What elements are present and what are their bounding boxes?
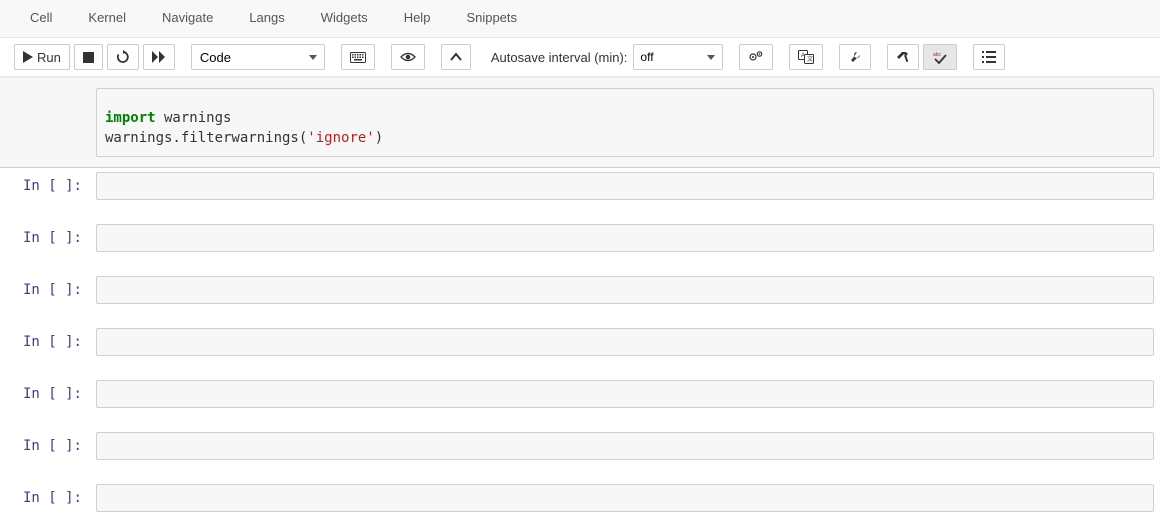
scroll-top-button[interactable] bbox=[441, 44, 471, 70]
cell-prompt: In [ ]: bbox=[6, 172, 88, 200]
keyboard-icon bbox=[350, 52, 366, 63]
hide-header-button[interactable] bbox=[391, 44, 425, 70]
code-input[interactable] bbox=[96, 328, 1154, 356]
code-cell[interactable]: In [ ]: bbox=[0, 324, 1160, 360]
run-label: Run bbox=[37, 50, 61, 65]
menu-navigate[interactable]: Navigate bbox=[144, 4, 231, 31]
code-cell[interactable]: In [ ]: bbox=[0, 168, 1160, 204]
autosave-label: Autosave interval (min): bbox=[491, 50, 628, 65]
hammer-icon bbox=[896, 50, 910, 64]
code-prettify-button[interactable] bbox=[839, 44, 871, 70]
code-cell[interactable]: In [ ]: bbox=[0, 480, 1160, 516]
cell-type-select-wrap: Code bbox=[191, 44, 325, 70]
code-input[interactable] bbox=[96, 172, 1154, 200]
interrupt-button[interactable] bbox=[74, 44, 103, 70]
translate-icon: A文 bbox=[798, 50, 814, 64]
cell-prompt: In [ ]: bbox=[6, 380, 88, 408]
play-icon bbox=[23, 51, 33, 63]
run-button[interactable]: Run bbox=[14, 44, 70, 70]
toc-button[interactable] bbox=[973, 44, 1005, 70]
menu-langs[interactable]: Langs bbox=[231, 4, 302, 31]
autosave-select[interactable]: off bbox=[633, 44, 723, 70]
autosave-select-wrap: off bbox=[633, 44, 723, 70]
menu-snippets[interactable]: Snippets bbox=[448, 4, 535, 31]
command-palette-button[interactable] bbox=[341, 44, 375, 70]
chevron-up-icon bbox=[450, 52, 462, 62]
code-cell[interactable]: In [ ]: bbox=[0, 376, 1160, 412]
code-cell[interactable]: In [ ]: bbox=[0, 220, 1160, 256]
menu-help[interactable]: Help bbox=[386, 4, 449, 31]
code-input[interactable] bbox=[96, 484, 1154, 512]
cell-prompt: In [ ]: bbox=[6, 276, 88, 304]
cell-prompt: In [ ]: bbox=[6, 484, 88, 512]
toolbar: Run Code Autosave in bbox=[0, 38, 1160, 77]
hammer-button[interactable] bbox=[887, 44, 919, 70]
cell-prompt bbox=[6, 88, 88, 157]
menu-cell[interactable]: Cell bbox=[0, 4, 70, 31]
code-cell[interactable]: In [ ]: bbox=[0, 428, 1160, 464]
nbextensions-config-button[interactable] bbox=[739, 44, 773, 70]
menu-widgets[interactable]: Widgets bbox=[303, 4, 386, 31]
cell-prompt: In [ ]: bbox=[6, 224, 88, 252]
code-input[interactable] bbox=[96, 432, 1154, 460]
gears-icon bbox=[748, 50, 764, 64]
code-input[interactable]: import warnings warnings.filterwarnings(… bbox=[96, 88, 1154, 157]
wrench-icon bbox=[848, 50, 862, 64]
code-cell[interactable]: In [ ]: bbox=[0, 272, 1160, 308]
spellcheck-button[interactable]: abc bbox=[923, 44, 957, 70]
restart-button[interactable] bbox=[107, 44, 139, 70]
list-icon bbox=[982, 51, 996, 63]
menubar: Cell Kernel Navigate Langs Widgets Help … bbox=[0, 0, 1160, 38]
svg-text:文: 文 bbox=[807, 55, 813, 63]
cell-type-select[interactable]: Code bbox=[191, 44, 325, 70]
cell-prompt: In [ ]: bbox=[6, 328, 88, 356]
code-input[interactable] bbox=[96, 224, 1154, 252]
cell-prompt: In [ ]: bbox=[6, 432, 88, 460]
refresh-icon bbox=[116, 50, 130, 64]
eye-icon bbox=[400, 51, 416, 63]
run-indicator bbox=[88, 88, 96, 157]
spellcheck-icon: abc bbox=[932, 50, 948, 64]
notebook-container: import warnings warnings.filterwarnings(… bbox=[0, 77, 1160, 516]
code-input[interactable] bbox=[96, 380, 1154, 408]
menu-kernel[interactable]: Kernel bbox=[70, 4, 144, 31]
stop-icon bbox=[83, 52, 94, 63]
fast-forward-icon bbox=[152, 51, 166, 63]
code-input[interactable] bbox=[96, 276, 1154, 304]
restart-run-all-button[interactable] bbox=[143, 44, 175, 70]
code-cell[interactable]: import warnings warnings.filterwarnings(… bbox=[0, 77, 1160, 168]
translate-button[interactable]: A文 bbox=[789, 44, 823, 70]
svg-text:abc: abc bbox=[933, 52, 942, 58]
